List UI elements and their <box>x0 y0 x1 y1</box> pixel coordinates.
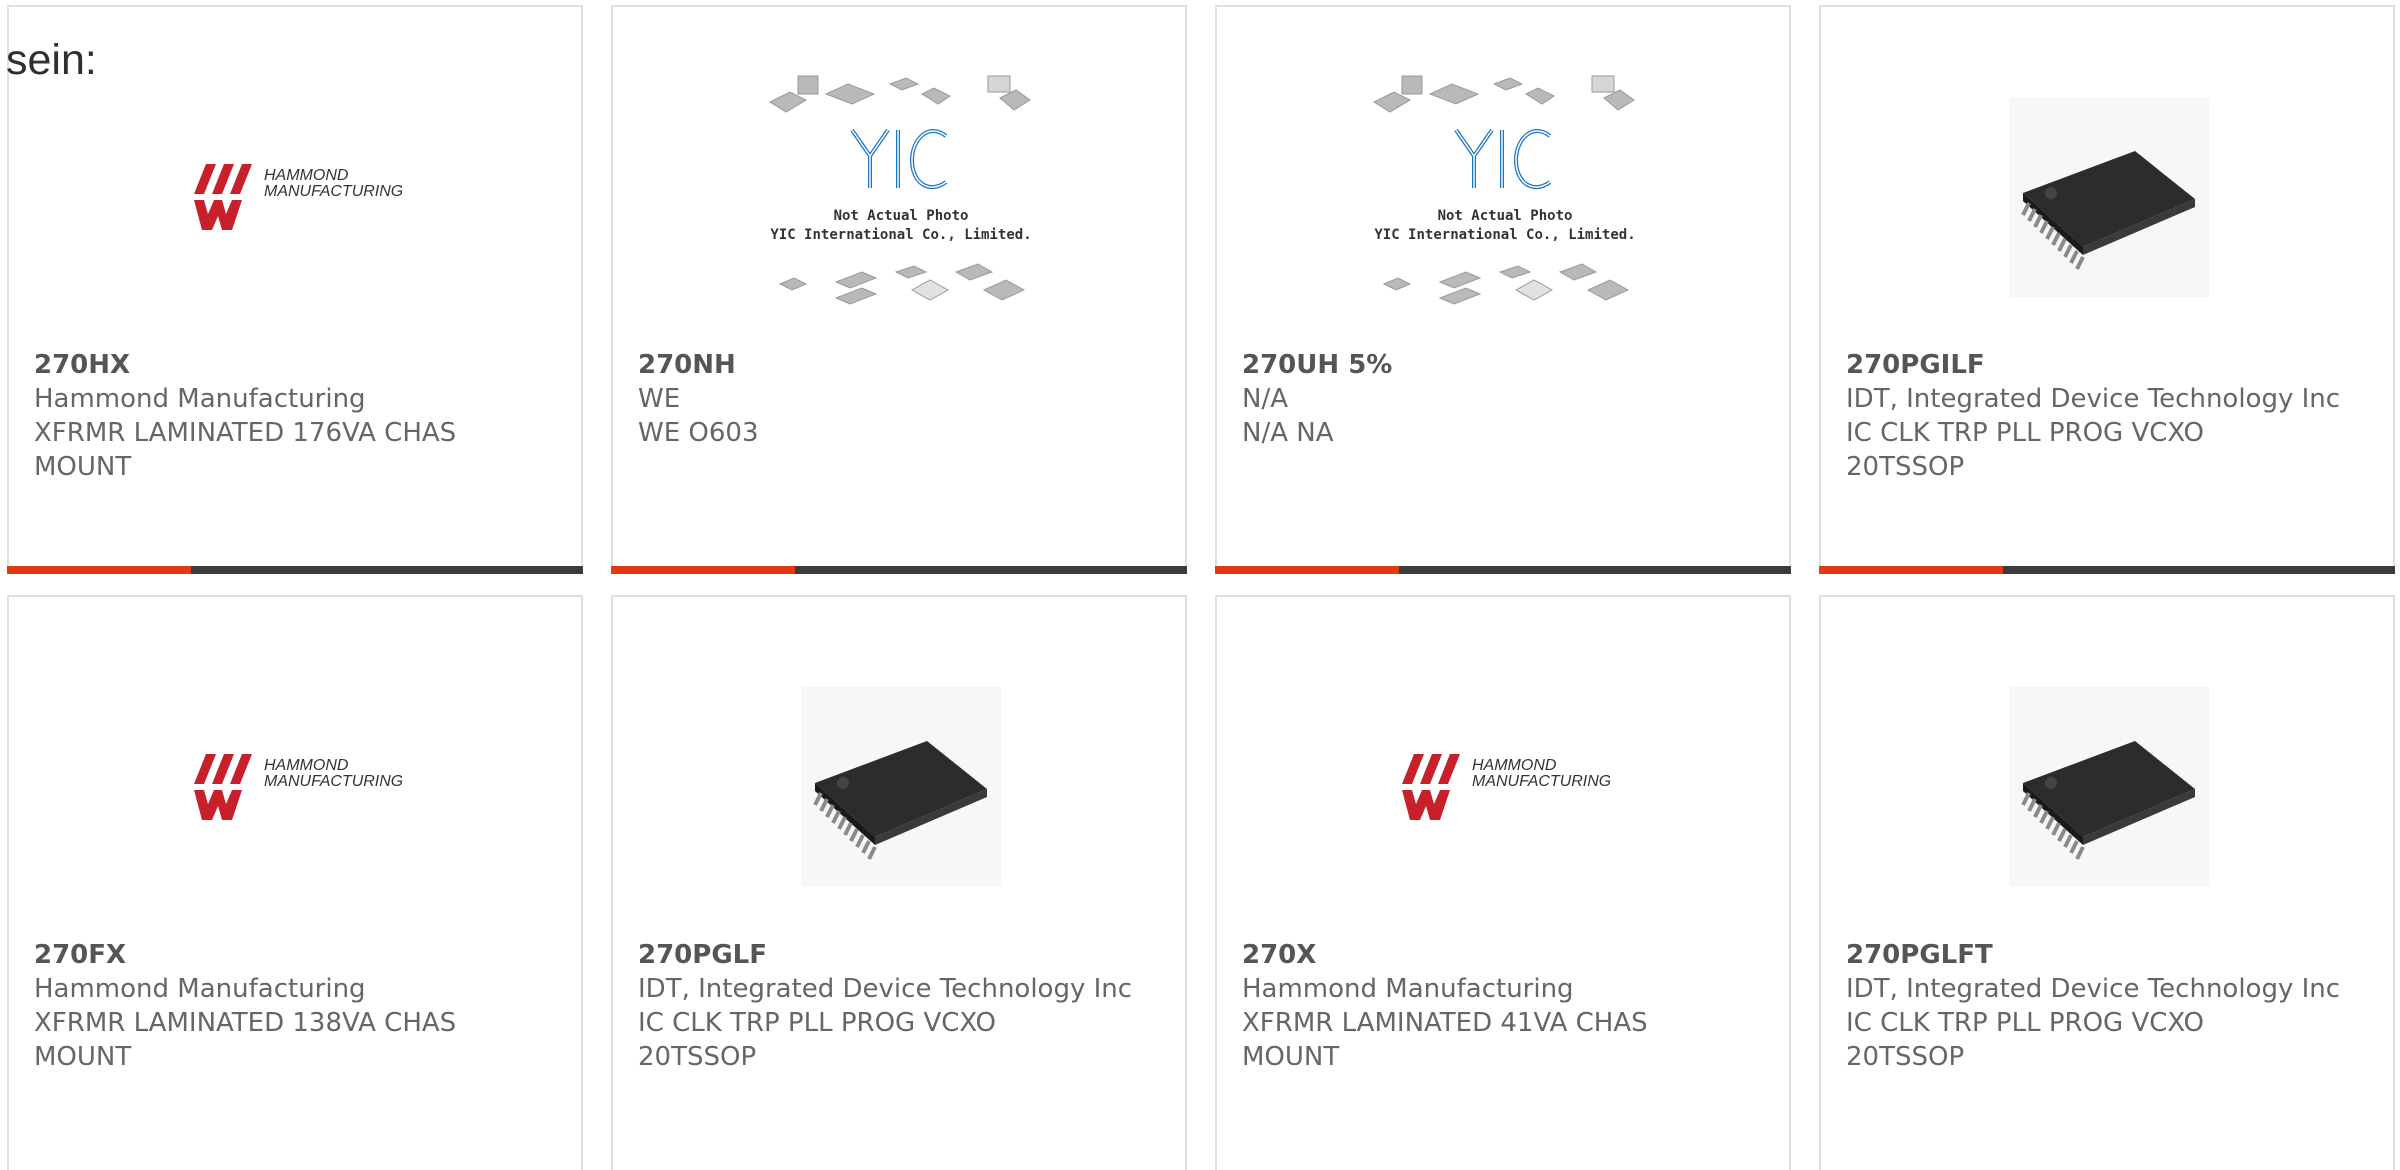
card-bar <box>1819 566 2395 574</box>
card-bar <box>1215 566 1791 574</box>
svg-text:HAMMOND: HAMMOND <box>1472 757 1557 774</box>
chip-icon <box>2009 97 2209 297</box>
part-number[interactable]: 270FX <box>34 938 561 972</box>
description: IC CLK TRP PLL PROG VCXO 20TSSOP <box>1846 1008 2205 1072</box>
product-image[interactable]: HAMMOND MANUFACTURING. <box>1317 637 1693 937</box>
part-number[interactable]: 270PGLFT <box>1846 938 2373 972</box>
product-image[interactable]: Not Actual Photo YIC International Co., … <box>1317 47 1693 347</box>
part-number[interactable]: 270PGILF <box>1846 348 2373 382</box>
manufacturer: Hammond Manufacturing <box>34 384 366 414</box>
svg-text:MANUFACTURING.: MANUFACTURING. <box>264 183 402 200</box>
manufacturer: Hammond Manufacturing <box>34 974 366 1004</box>
manufacturer: IDT, Integrated Device Technology Inc <box>1846 384 2341 414</box>
manufacturer: Hammond Manufacturing <box>1242 974 1574 1004</box>
svg-text:MANUFACTURING.: MANUFACTURING. <box>1472 773 1610 790</box>
svg-text:YIC International Co., Limited: YIC International Co., Limited. <box>770 227 1031 243</box>
description: XFRMR LAMINATED 138VA CHAS MOUNT <box>34 1008 457 1072</box>
card-bar <box>7 566 583 574</box>
svg-text:MANUFACTURING.: MANUFACTURING. <box>264 773 402 790</box>
product-card[interactable]: 270PGLF IDT, Integrated Device Technolog… <box>611 595 1187 1170</box>
svg-text:HAMMOND: HAMMOND <box>264 167 349 184</box>
product-grid: HAMMOND MANUFACTURING. 270HX Hammond Man… <box>0 0 2400 1170</box>
card-bar <box>611 566 1187 574</box>
svg-text:Not Actual Photo: Not Actual Photo <box>834 208 969 224</box>
product-card[interactable]: Not Actual Photo YIC International Co., … <box>611 5 1187 574</box>
product-image[interactable] <box>713 637 1089 937</box>
description: WE O603 <box>638 418 759 448</box>
manufacturer: WE <box>638 384 681 414</box>
product-image[interactable] <box>1921 637 2297 937</box>
svg-text:YIC International Co., Limited: YIC International Co., Limited. <box>1374 227 1635 243</box>
manufacturer: IDT, Integrated Device Technology Inc <box>638 974 1133 1004</box>
manufacturer: N/A <box>1242 384 1288 414</box>
description: XFRMR LAMINATED 176VA CHAS MOUNT <box>34 418 457 482</box>
product-card[interactable]: Not Actual Photo YIC International Co., … <box>1215 5 1791 574</box>
manufacturer: IDT, Integrated Device Technology Inc <box>1846 974 2341 1004</box>
svg-text:HAMMOND: HAMMOND <box>264 757 349 774</box>
intro-text: sein: <box>6 36 97 84</box>
product-card[interactable]: HAMMOND MANUFACTURING. 270HX Hammond Man… <box>7 5 583 574</box>
hammond-logo-icon: HAMMOND MANUFACTURING. <box>1402 754 1610 820</box>
chip-icon <box>801 687 1001 887</box>
part-number[interactable]: 270NH <box>638 348 1165 382</box>
part-number[interactable]: 270X <box>1242 938 1769 972</box>
hammond-logo-icon: HAMMOND MANUFACTURING. <box>194 164 402 230</box>
part-number[interactable]: 270PGLF <box>638 938 1165 972</box>
description: XFRMR LAMINATED 41VA CHAS MOUNT <box>1242 1008 1648 1072</box>
product-image[interactable]: HAMMOND MANUFACTURING. <box>109 47 485 347</box>
description: IC CLK TRP PLL PROG VCXO 20TSSOP <box>1846 418 2205 482</box>
hammond-logo-icon: HAMMOND MANUFACTURING. <box>194 754 402 820</box>
placeholder-photo-icon: Not Actual Photo YIC International Co., … <box>768 75 1032 305</box>
product-card[interactable]: 270PGILF IDT, Integrated Device Technolo… <box>1819 5 2395 574</box>
placeholder-photo-icon: Not Actual Photo YIC International Co., … <box>1372 75 1636 305</box>
product-image[interactable]: HAMMOND MANUFACTURING. <box>109 637 485 937</box>
description: N/A NA <box>1242 418 1334 448</box>
product-image[interactable]: Not Actual Photo YIC International Co., … <box>713 47 1089 347</box>
chip-icon <box>2009 687 2209 887</box>
product-image[interactable] <box>1921 47 2297 347</box>
product-card[interactable]: HAMMOND MANUFACTURING. 270FX Hammond Man… <box>7 595 583 1170</box>
svg-text:Not Actual Photo: Not Actual Photo <box>1438 208 1573 224</box>
part-number[interactable]: 270HX <box>34 348 561 382</box>
product-card[interactable]: HAMMOND MANUFACTURING. 270X Hammond Manu… <box>1215 595 1791 1170</box>
part-number[interactable]: 270UH 5% <box>1242 348 1769 382</box>
product-card[interactable]: 270PGLFT IDT, Integrated Device Technolo… <box>1819 595 2395 1170</box>
description: IC CLK TRP PLL PROG VCXO 20TSSOP <box>638 1008 997 1072</box>
